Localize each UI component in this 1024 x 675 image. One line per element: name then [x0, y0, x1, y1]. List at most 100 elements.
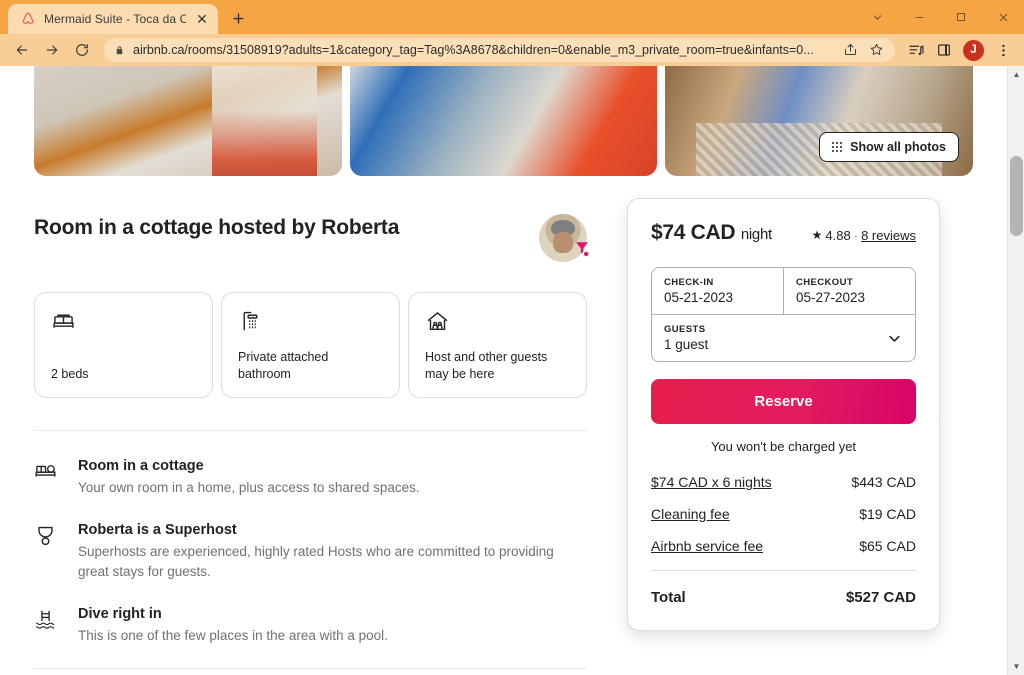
guests-field[interactable]: GUESTS 1 guest	[652, 314, 915, 361]
bed-room-icon	[34, 457, 58, 499]
browser-window: Mermaid Suite - Toca da Capuava ✕	[0, 0, 1024, 675]
checkin-label: CHECK-IN	[664, 277, 714, 288]
fee-value: $65 CAD	[859, 538, 916, 554]
superhost-medal-icon	[34, 521, 58, 583]
side-panel-icon[interactable]	[931, 37, 957, 63]
gallery-photo[interactable]	[34, 66, 342, 176]
reviews-link[interactable]: 8 reviews	[861, 228, 916, 243]
listing-content: Room in a cottage hosted by Roberta 2 be…	[0, 176, 1007, 675]
reading-list-icon[interactable]	[903, 37, 929, 63]
gallery-photo[interactable]: Show all photos	[665, 66, 974, 176]
back-arrow-icon[interactable]	[8, 36, 36, 64]
browser-tab[interactable]: Mermaid Suite - Toca da Capuava ✕	[8, 4, 218, 34]
minimize-icon[interactable]	[898, 1, 940, 33]
house-people-icon	[425, 309, 570, 335]
scroll-up-arrow-icon[interactable]: ▲	[1008, 66, 1024, 83]
highlight-card-label: Host and other guests may be here	[425, 350, 548, 381]
feature-title: Room in a cottage	[78, 457, 204, 474]
total-row: Total $527 CAD	[651, 589, 916, 606]
close-window-icon[interactable]	[982, 1, 1024, 33]
scrollbar-thumb[interactable]	[1010, 156, 1023, 236]
page-viewport: Show all photos Room in a cottage hosted…	[0, 66, 1024, 675]
feature-desc: This is one of the few places in the are…	[78, 628, 388, 644]
host-avatar[interactable]	[539, 214, 589, 262]
highlight-card: Private attached bathroom	[221, 292, 400, 398]
highlight-card: 2 beds	[34, 292, 213, 398]
browser-titlebar: Mermaid Suite - Toca da Capuava ✕	[0, 0, 1024, 34]
photo-gallery: Show all photos	[0, 66, 1007, 176]
window-controls	[856, 0, 1024, 34]
feature-desc: Your own room in a home, plus access to …	[78, 480, 420, 496]
highlight-cards: 2 beds Private attached bathroom Host an…	[34, 292, 587, 398]
feature-title: Roberta is a Superhost	[78, 521, 237, 538]
rating-summary: ★ 4.88 · 8 reviews	[812, 228, 916, 243]
address-bar[interactable]: airbnb.ca/rooms/31508919?adults=1&catego…	[104, 38, 895, 62]
new-tab-button[interactable]	[224, 4, 252, 32]
scroll-down-arrow-icon[interactable]: ▼	[1008, 658, 1024, 675]
listing-details-column: Room in a cottage hosted by Roberta 2 be…	[34, 176, 589, 675]
fee-label[interactable]: Airbnb service fee	[651, 538, 763, 554]
show-all-photos-label: Show all photos	[850, 140, 947, 154]
fee-row: $74 CAD x 6 nights $443 CAD	[651, 474, 916, 490]
show-all-photos-button[interactable]: Show all photos	[818, 132, 960, 162]
fee-label[interactable]: $74 CAD x 6 nights	[651, 474, 772, 490]
checkin-field[interactable]: CHECK-IN 05-21-2023	[652, 268, 783, 314]
page-scrollbar[interactable]: ▲ ▼	[1007, 66, 1024, 675]
reload-icon[interactable]	[68, 36, 96, 64]
checkout-field[interactable]: CHECKOUT 05-27-2023	[783, 268, 915, 314]
page-title: Room in a cottage hosted by Roberta	[34, 216, 400, 239]
star-filled-icon: ★	[811, 228, 823, 242]
feature-title: Dive right in	[78, 605, 162, 622]
chevron-down-icon[interactable]	[886, 330, 903, 347]
fee-row: Airbnb service fee $65 CAD	[651, 538, 916, 554]
tab-search-dropdown-icon[interactable]	[856, 1, 898, 33]
tab-strip: Mermaid Suite - Toca da Capuava ✕	[0, 0, 252, 34]
feature-item: Room in a cottage Your own room in a hom…	[34, 457, 587, 499]
listing-header: Room in a cottage hosted by Roberta	[34, 214, 589, 262]
booking-card: $74 CAD night ★ 4.88 · 8 reviews CHECK-I…	[627, 198, 940, 631]
highlight-card-label: 2 beds	[51, 366, 89, 381]
forward-arrow-icon[interactable]	[38, 36, 66, 64]
profile-avatar-button[interactable]: J	[963, 39, 984, 61]
total-divider	[651, 570, 916, 571]
bookmark-star-icon[interactable]	[869, 42, 885, 58]
browser-toolbar: airbnb.ca/rooms/31508919?adults=1&catego…	[0, 34, 1024, 66]
lock-icon	[114, 45, 125, 56]
highlight-card: Host and other guests may be here	[408, 292, 587, 398]
booking-column: $74 CAD night ★ 4.88 · 8 reviews CHECK-I…	[627, 176, 973, 675]
price-breakdown: $74 CAD x 6 nights $443 CAD Cleaning fee…	[651, 474, 916, 606]
feature-item: Roberta is a Superhost Superhosts are ex…	[34, 521, 587, 583]
guests-label: GUESTS	[664, 324, 706, 335]
price-amount: $74 CAD	[651, 221, 736, 244]
checkout-value: 05-27-2023	[796, 290, 866, 305]
date-fields: CHECK-IN 05-21-2023 CHECKOUT 05-27-2023	[652, 268, 915, 314]
grid-dots-icon	[831, 141, 843, 153]
share-icon[interactable]	[843, 42, 859, 58]
price-header: $74 CAD night ★ 4.88 · 8 reviews	[651, 221, 916, 245]
bed-icon	[51, 309, 196, 335]
rating-separator: ·	[853, 227, 859, 243]
checkout-label: CHECKOUT	[796, 277, 854, 288]
fee-label[interactable]: Cleaning fee	[651, 506, 730, 522]
date-guest-selector: CHECK-IN 05-21-2023 CHECKOUT 05-27-2023	[651, 267, 916, 362]
rating-value: 4.88	[825, 227, 851, 243]
price-display: $74 CAD night	[651, 221, 772, 245]
tab-title: Mermaid Suite - Toca da Capuava	[44, 12, 186, 26]
price-unit: night	[740, 226, 772, 243]
highlight-card-label: Private attached bathroom	[238, 350, 329, 381]
tab-close-icon[interactable]: ✕	[194, 11, 210, 27]
total-value: $527 CAD	[845, 589, 916, 606]
no-charge-note: You won't be charged yet	[710, 439, 857, 454]
shower-icon	[238, 309, 383, 335]
gallery-photo[interactable]	[349, 66, 658, 176]
reserve-button[interactable]: Reserve	[651, 379, 916, 424]
maximize-icon[interactable]	[940, 1, 982, 33]
pool-icon	[34, 605, 58, 647]
three-dot-menu-icon[interactable]	[990, 37, 1016, 63]
feature-desc: Superhosts are experienced, highly rated…	[78, 544, 554, 580]
superhost-badge-icon	[573, 240, 591, 258]
airbnb-listing-page: Show all photos Room in a cottage hosted…	[0, 66, 1007, 675]
fee-row: Cleaning fee $19 CAD	[651, 506, 916, 522]
fee-value: $19 CAD	[859, 506, 916, 522]
fee-value: $443 CAD	[851, 474, 916, 490]
